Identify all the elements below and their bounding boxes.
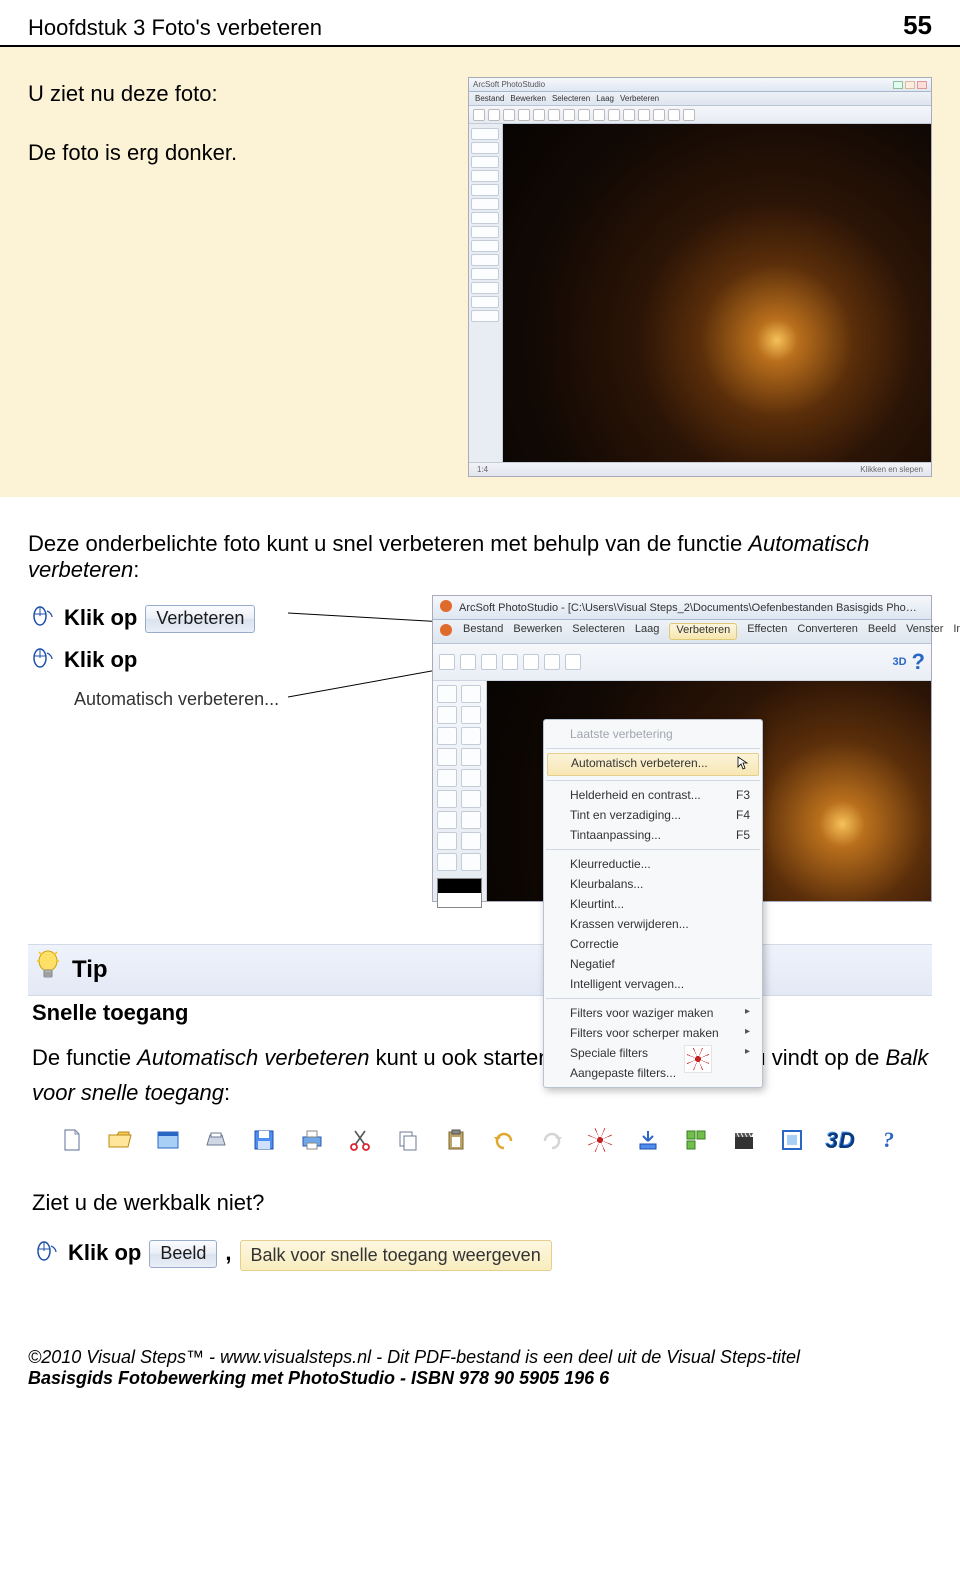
open-image-icon[interactable]	[154, 1126, 182, 1154]
clapper-icon[interactable]	[730, 1126, 758, 1154]
bulb-icon	[34, 949, 62, 991]
tip-label: Tip	[72, 956, 108, 984]
svg-text:?: ?	[883, 1127, 894, 1152]
dropdown-item[interactable]: Kleurbalans...	[544, 874, 762, 894]
followup-block: Ziet u de werkbalk niet? Klik op Beeld ,…	[0, 1160, 960, 1287]
toolbar-icon[interactable]	[481, 654, 497, 670]
menu-bestand[interactable]: Bestand	[463, 623, 503, 640]
verbeteren-button[interactable]: Verbeteren	[145, 605, 255, 633]
dropdown-item[interactable]: Aangepaste filters...	[544, 1063, 762, 1083]
footer-line-1: ©2010 Visual Steps™ - www.visualsteps.nl…	[28, 1347, 932, 1368]
download-icon[interactable]	[634, 1126, 662, 1154]
step-1-label: Klik op	[64, 605, 137, 631]
quick-access-toolbar: 3D ?	[28, 1120, 932, 1160]
click-icon	[28, 605, 56, 627]
step-2: Klik op Automatisch verbeteren...	[28, 647, 432, 714]
dropdown-item[interactable]: Kleurtint...	[544, 894, 762, 914]
tip-body: De functie Automatisch verbeteren kunt u…	[28, 1036, 932, 1120]
menu-beeld[interactable]: Beeld	[868, 623, 896, 640]
arrange-icon[interactable]	[682, 1126, 710, 1154]
dropdown-item[interactable]: Negatief	[544, 954, 762, 974]
menu-icon	[439, 623, 453, 640]
toolbar-icon[interactable]	[523, 654, 539, 670]
menu-converteren[interactable]: Converteren	[797, 623, 858, 640]
page-footer: ©2010 Visual Steps™ - www.visualsteps.nl…	[0, 1287, 960, 1413]
dropdown-item[interactable]: Filters voor waziger maken▸	[544, 1003, 762, 1023]
menu-selecteren[interactable]: Selecteren	[572, 623, 625, 640]
beeld-button[interactable]: Beeld	[149, 1240, 217, 1268]
print-icon[interactable]	[298, 1126, 326, 1154]
step-2-label: Klik op	[64, 647, 137, 673]
klik-op-label: Klik op	[68, 1240, 141, 1266]
dropdown-item[interactable]: Krassen verwijderen...	[544, 914, 762, 934]
intro-block: U ziet nu deze foto: De foto is erg donk…	[0, 47, 960, 497]
tip-block: Tip Snelle toegang De functie Automatisc…	[28, 944, 932, 1160]
menu-bewerken[interactable]: Bewerken	[513, 623, 562, 640]
page-number: 55	[903, 10, 932, 41]
cut-icon[interactable]	[346, 1126, 374, 1154]
toolbar-icon[interactable]	[565, 654, 581, 670]
menu-verbeteren[interactable]: Verbeteren	[669, 623, 737, 640]
step-1: Klik op Verbeteren	[28, 605, 432, 633]
cursor-icon	[737, 756, 749, 773]
dropdown-item[interactable]: Filters voor scherper maken▸	[544, 1023, 762, 1043]
dropdown-item[interactable]: Correctie	[544, 934, 762, 954]
menu-venster[interactable]: Venster	[906, 623, 943, 640]
auto-enhance-icon[interactable]	[586, 1126, 614, 1154]
balk-weergeven-button[interactable]: Balk voor snelle toegang weergeven	[240, 1240, 552, 1271]
menu-internet[interactable]: Internet	[953, 623, 960, 640]
dropdown-item[interactable]: Kleurreductie...	[544, 854, 762, 874]
save-icon[interactable]	[250, 1126, 278, 1154]
page-header: Hoofdstuk 3 Foto's verbeteren 55	[0, 0, 960, 47]
intro-line-1: U ziet nu deze foto:	[28, 77, 448, 110]
frame-icon[interactable]	[778, 1126, 806, 1154]
dropdown-item[interactable]: Helderheid en contrast...F3	[544, 785, 762, 805]
menu-effecten[interactable]: Effecten	[747, 623, 787, 640]
verbeteren-dropdown: Laatste verbetering Automatisch verbeter…	[543, 719, 763, 1088]
paste-icon[interactable]	[442, 1126, 470, 1154]
dropdown-item-disabled: Laatste verbetering	[544, 724, 762, 744]
window-title: ArcSoft PhotoStudio - [C:\Users\Visual S…	[459, 602, 919, 614]
click-icon	[32, 1240, 60, 1262]
auto-verbeteren-item[interactable]: Automatisch verbeteren...	[64, 685, 289, 714]
toolbar-icon[interactable]	[544, 654, 560, 670]
redo-icon[interactable]	[538, 1126, 566, 1154]
copy-icon[interactable]	[394, 1126, 422, 1154]
open-folder-icon[interactable]	[106, 1126, 134, 1154]
undo-icon[interactable]	[490, 1126, 518, 1154]
screenshot-full-app: ArcSoft PhotoStudio BestandBewerkenSelec…	[468, 77, 932, 477]
help-icon[interactable]: ?	[874, 1126, 902, 1154]
auto-enhance-icon[interactable]	[684, 1045, 712, 1073]
chapter-title: Hoofdstuk 3 Foto's verbeteren	[28, 15, 322, 41]
tip-heading: Snelle toegang	[28, 996, 932, 1036]
scan-icon[interactable]	[202, 1126, 230, 1154]
dropdown-item-auto[interactable]: Automatisch verbeteren...	[547, 753, 759, 776]
dropdown-item[interactable]: Intelligent vervagen...	[544, 974, 762, 994]
menu-laag[interactable]: Laag	[635, 623, 659, 640]
dropdown-item[interactable]: Tint en verzadiging...F4	[544, 805, 762, 825]
followup-question: Ziet u de werkbalk niet?	[32, 1190, 932, 1216]
dropdown-item[interactable]: Speciale filters▸	[544, 1043, 762, 1063]
window-icon	[439, 599, 453, 616]
toolbar-icon[interactable]	[502, 654, 518, 670]
3d-icon[interactable]: 3D	[826, 1126, 854, 1154]
toolbar-icon[interactable]	[460, 654, 476, 670]
click-icon	[28, 647, 56, 669]
dropdown-item[interactable]: Tintaanpassing...F5	[544, 825, 762, 845]
footer-line-2: Basisgids Fotobewerking met PhotoStudio …	[28, 1368, 932, 1389]
step-intro: Deze onderbelichte foto kunt u snel verb…	[28, 531, 932, 583]
steps-block: Deze onderbelichte foto kunt u snel verb…	[0, 497, 960, 922]
screenshot-menu-open: ArcSoft PhotoStudio - [C:\Users\Visual S…	[432, 595, 932, 902]
new-file-icon[interactable]	[58, 1126, 86, 1154]
toolbar-icon[interactable]	[439, 654, 455, 670]
intro-line-2: De foto is erg donker.	[28, 136, 448, 169]
